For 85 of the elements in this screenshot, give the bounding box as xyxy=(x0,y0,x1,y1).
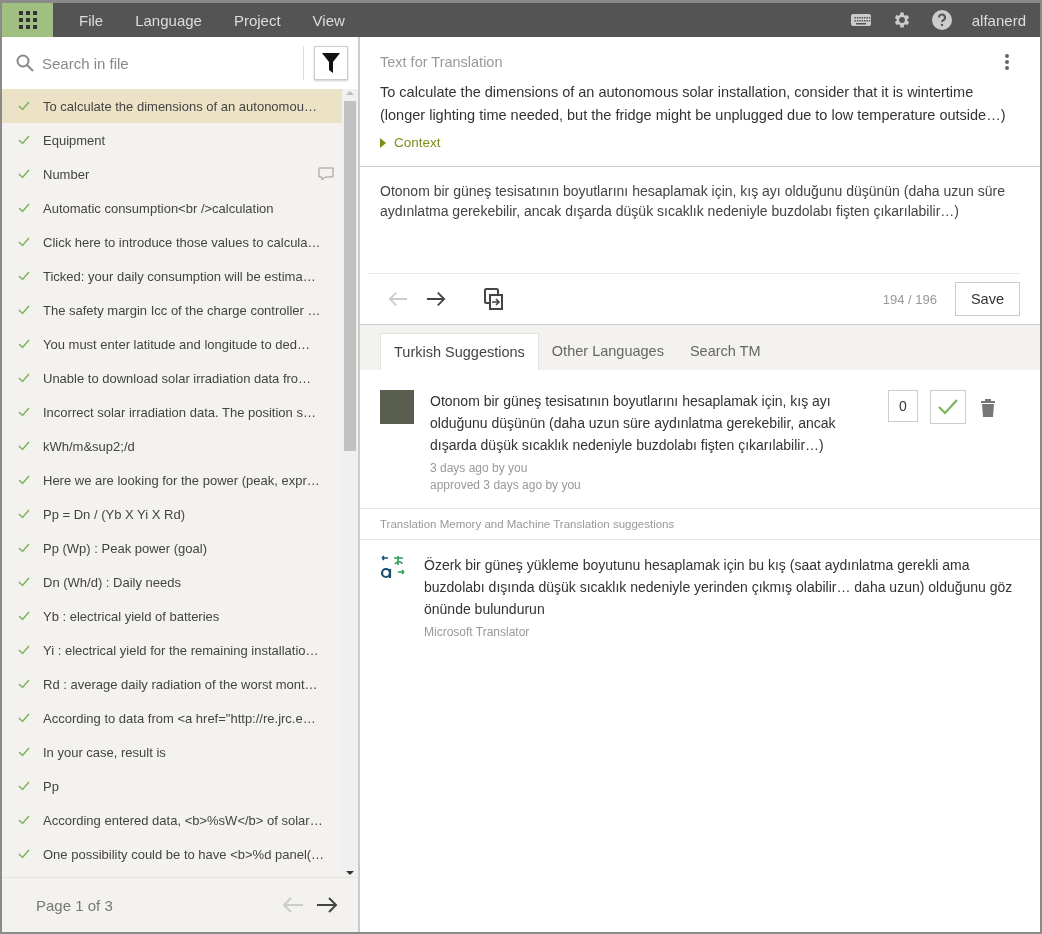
string-list-item[interactable]: Rd : average daily radiation of the worst mont… xyxy=(2,667,342,701)
filter-icon xyxy=(321,52,341,74)
string-list-item[interactable]: Yi : electrical yield for the remaining installatio… xyxy=(2,633,342,667)
source-text: To calculate the dimensions of an autonomous solar installation, consider that it is wintertime (longer lighting time needed, but the fridge might be unplugged due to low temperature outside…) xyxy=(380,83,1007,125)
save-button[interactable]: Save xyxy=(954,282,1020,316)
translation-source: Microsoft Translator xyxy=(424,624,531,641)
string-text: Pp xyxy=(43,778,60,794)
string-text: Yi : electrical yield for the remaining installatio… xyxy=(43,642,320,658)
grid-icon xyxy=(18,11,37,29)
string-text: To calculate the dimensions of an autonomou… xyxy=(43,98,318,114)
string-list-item[interactable]: Automatic consumption<br />calculation xyxy=(2,191,342,225)
string-text: Here we are looking for the power (peak, expr… xyxy=(43,472,321,488)
string-list-item[interactable]: Pp (Wp) : Peak power (goal) xyxy=(2,531,342,565)
search-field[interactable]: Search in file xyxy=(42,46,304,80)
suggestions-tab[interactable]: Other Languages xyxy=(538,333,677,370)
string-text: According entered data, <b>%sW</b> of solar… xyxy=(43,812,324,828)
string-list-item[interactable]: Here we are looking for the power (peak, expr… xyxy=(2,463,342,497)
string-text: Ticked: your daily consumption will be estima… xyxy=(43,268,317,284)
string-list-item[interactable]: Click here to introduce those values to calcula… xyxy=(2,225,342,259)
string-text: Automatic consumption<br />calculation xyxy=(43,200,275,216)
next-page-icon[interactable] xyxy=(316,896,338,914)
search-icon xyxy=(16,54,34,72)
string-list-item[interactable]: You must enter latitude and longitude to ded… xyxy=(2,327,342,361)
machine-translation-text: Özerk bir güneş yükleme boyutunu hesaplamak için bu kış (saat aydınlatma gerekli ama buzdolabı dışında düşük sıcaklık nedeniyle yerinden çıkmış olabilir… daha uzun) olduğunu göz önünde bulundurun xyxy=(424,556,1014,619)
string-text: According to data from <a href="http://re.jrc.e… xyxy=(43,710,317,726)
string-list-item[interactable]: The safety margin Icc of the charge controller … xyxy=(2,293,342,327)
string-list-item[interactable]: Number xyxy=(2,157,342,191)
string-list-item[interactable]: According entered data, <b>%sW</b> of solar… xyxy=(2,803,342,837)
string-list-item[interactable]: Pp = Dn / (Yb X Yi X Rd) xyxy=(2,497,342,531)
string-text: The safety margin Icc of the charge controller … xyxy=(43,302,322,318)
string-text: Equipment xyxy=(43,132,107,148)
string-list-item[interactable]: kWh/m&sup2;/d xyxy=(2,429,342,463)
string-text: In your case, result is xyxy=(43,744,167,760)
progress-counter: 194 / 196 xyxy=(882,291,937,307)
menu-item[interactable]: File xyxy=(79,11,104,29)
string-text: Pp (Wp) : Peak power (goal) xyxy=(43,540,208,556)
caret-icon xyxy=(380,137,386,148)
avatar-placeholder xyxy=(380,390,414,424)
help-icon[interactable] xyxy=(931,10,952,30)
context-toggle[interactable]: Context xyxy=(380,135,1020,150)
filter-button[interactable] xyxy=(314,46,348,80)
string-text: Number xyxy=(43,166,91,182)
string-text: Dn (Wh/d) : Daily needs xyxy=(43,574,182,590)
page-label: Page 1 of 3 xyxy=(36,896,114,914)
string-text: Yb : electrical yield of batteries xyxy=(43,608,221,624)
string-list-item[interactable]: One possibility could be to have <b>%d panel(… xyxy=(2,837,342,871)
menu-item[interactable]: Project xyxy=(233,11,281,29)
section-label: Translation Memory and Machine Translation suggestions xyxy=(360,509,1040,540)
check-icon xyxy=(937,398,959,416)
copy-source-icon[interactable] xyxy=(484,288,504,310)
translation-field[interactable]: Otonom bir güneş tesisatının boyutlarını hesaplamak için, kış ayı olduğunu düşünün (daha uzun süre aydınlatma gerekebilir, ancak dışarda düşük sıcaklık nedeniyle buzdolabı fişten çıkarılabilir…) xyxy=(360,166,1040,273)
string-list-item[interactable]: In your case, result is xyxy=(2,735,342,769)
string-list-item[interactable]: Ticked: your daily consumption will be estima… xyxy=(2,259,342,293)
string-list-item[interactable]: According to data from <a href="http://re.jrc.e… xyxy=(2,701,342,735)
apps-grid-button[interactable] xyxy=(2,3,53,37)
string-list-item[interactable]: Dn (Wh/d) : Daily needs xyxy=(2,565,342,599)
user-name[interactable]: alfanerd xyxy=(971,11,1026,29)
string-text: Click here to introduce those values to calcula… xyxy=(43,234,322,250)
string-list-item[interactable]: Pp xyxy=(2,769,342,803)
more-options-icon[interactable] xyxy=(1004,53,1010,71)
suggestion-text: Otonom bir güneş tesisatının boyutlarını hesaplamak için, kış ayı olduğunu düşünün (daha uzun süre aydınlatma gerekebilir, ancak dışarda düşük sıcaklık nedeniyle buzdolabı fişten çıkarılabilir…) xyxy=(430,392,837,455)
panel-title: Text for Translation xyxy=(380,54,503,70)
string-list-item[interactable]: To calculate the dimensions of an autonomou… xyxy=(2,89,342,123)
string-list-item[interactable]: Equipment xyxy=(2,123,342,157)
trash-icon[interactable] xyxy=(980,398,996,418)
string-list-item[interactable]: Incorrect solar irradiation data. The position s… xyxy=(2,395,342,429)
vote-count: 0 xyxy=(888,390,918,422)
string-list-item[interactable]: Unable to download solar irradiation data fro… xyxy=(2,361,342,395)
suggestion-author: 3 days ago by you xyxy=(430,460,529,477)
string-text: You must enter latitude and longitude to ded… xyxy=(43,336,311,352)
string-text: Incorrect solar irradiation data. The position s… xyxy=(43,404,317,420)
string-text: Rd : average daily radiation of the worst mont… xyxy=(43,676,319,692)
string-text: Pp = Dn / (Yb X Yi X Rd) xyxy=(43,506,186,522)
string-list-item[interactable]: Yb : electrical yield of batteries xyxy=(2,599,342,633)
menu-item[interactable]: Language xyxy=(135,11,202,29)
string-text: kWh/m&sup2;/d xyxy=(43,438,136,454)
string-text: Unable to download solar irradiation data fro… xyxy=(43,370,313,386)
suggestions-tab[interactable]: Turkish Suggestions xyxy=(380,333,539,370)
string-text: One possibility could be to have <b>%d panel(… xyxy=(43,846,326,862)
approval-note: approved 3 days ago by you xyxy=(430,477,582,494)
suggestions-tab[interactable]: Search TM xyxy=(676,333,774,370)
keyboard-icon[interactable] xyxy=(849,12,872,28)
menu-item[interactable]: View xyxy=(312,11,345,29)
translate-icon xyxy=(380,554,406,580)
next-string-icon[interactable] xyxy=(426,290,446,308)
